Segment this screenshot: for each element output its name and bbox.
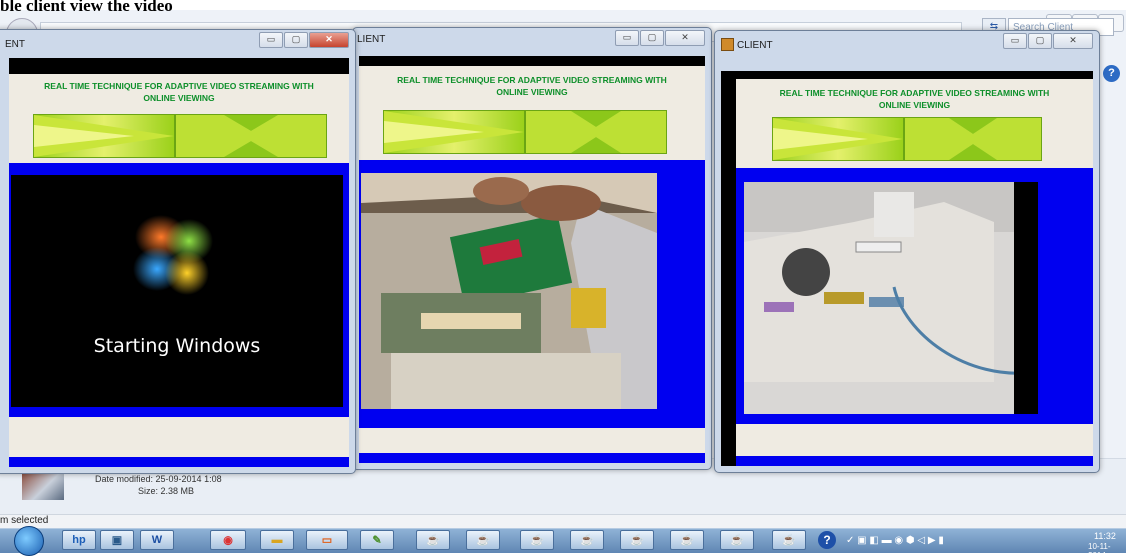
video-image (744, 182, 1038, 414)
client-window-3[interactable]: CLIENT ▭ ▢ ✕ REAL TIME TECHNIQUE FOR ADA… (714, 30, 1100, 473)
window-title: ENT (5, 39, 25, 50)
client-content: REAL TIME TECHNIQUE FOR ADAPTIVE VIDEO S… (359, 56, 705, 463)
video-caption: Starting Windows (93, 335, 261, 357)
stop-icon (905, 118, 1041, 160)
details-date-modified: Date modified: 25-09-2014 1:08 (95, 474, 222, 484)
app-heading: REAL TIME TECHNIQUE FOR ADAPTIVE VIDEO S… (9, 80, 349, 104)
video-player: Starting Windows (11, 175, 343, 407)
help-tray-icon[interactable]: ? (818, 531, 836, 549)
stop-button[interactable] (525, 110, 667, 154)
chrome-icon: ◉ (223, 534, 233, 547)
close-icon[interactable]: ✕ (665, 30, 705, 46)
blue-footer (736, 456, 1093, 466)
heading-line-1: REAL TIME TECHNIQUE FOR ADAPTIVE VIDEO S… (779, 88, 1050, 98)
play-icon (773, 118, 903, 160)
clock-time[interactable]: 11:32 (1094, 531, 1116, 541)
control-panel: REAL TIME TECHNIQUE FOR ADAPTIVE VIDEO S… (9, 74, 349, 163)
play-icon (34, 115, 174, 157)
client-window-2[interactable]: LIENT ▭ ▢ ✕ REAL TIME TECHNIQUE FOR ADAP… (352, 27, 712, 470)
play-icon (384, 111, 524, 153)
client-content: REAL TIME TECHNIQUE FOR ADAPTIVE VIDEO S… (721, 71, 1093, 466)
file-thumbnail (22, 472, 64, 500)
stop-button[interactable] (904, 117, 1042, 161)
java-icon: ☕ (530, 534, 544, 547)
title-bar[interactable]: CLIENT ▭ ▢ ✕ (715, 31, 1099, 57)
page-title: ble client view the video (0, 0, 173, 15)
java-icon: ☕ (476, 534, 490, 547)
java-icon: ☕ (630, 534, 644, 547)
maximize-icon[interactable]: ▢ (1028, 33, 1052, 49)
video-image (361, 173, 657, 409)
taskbar-paint[interactable]: ✎ (360, 530, 394, 550)
mobee-icon: ▭ (321, 534, 333, 547)
app-icon: ▣ (111, 534, 123, 547)
stop-button[interactable] (175, 114, 327, 158)
taskbar-java-6[interactable]: ☕ (670, 530, 704, 550)
minimize-icon[interactable]: ▭ (259, 32, 283, 48)
folder-icon: ▬ (271, 534, 283, 546)
java-icon (721, 38, 734, 51)
java-icon: ☕ (580, 534, 594, 547)
play-button[interactable] (772, 117, 904, 161)
status-bar (0, 514, 1126, 529)
hp-icon: hp (72, 534, 86, 546)
title-bar[interactable]: LIENT ▭ ▢ ✕ (353, 28, 711, 54)
maximize-icon[interactable]: ▢ (284, 32, 308, 48)
java-icon: ☕ (782, 534, 796, 547)
taskbar-java-7[interactable]: ☕ (720, 530, 754, 550)
control-panel: REAL TIME TECHNIQUE FOR ADAPTIVE VIDEO S… (359, 66, 705, 160)
maximize-icon[interactable]: ▢ (640, 30, 664, 46)
taskbar-chrome[interactable]: ◉ (210, 530, 246, 550)
clock-date[interactable]: 10-11-2014 (1088, 542, 1126, 560)
taskbar-folder[interactable]: ▬ (260, 530, 294, 550)
taskbar-java-2[interactable]: ☕ (466, 530, 500, 550)
taskbar-app[interactable]: ▣ (100, 530, 134, 550)
taskbar-java-1[interactable]: ☕ (416, 530, 450, 550)
status-text: m selected (0, 515, 49, 526)
app-heading: REAL TIME TECHNIQUE FOR ADAPTIVE VIDEO S… (359, 74, 705, 98)
play-button[interactable] (383, 110, 525, 154)
control-panel: REAL TIME TECHNIQUE FOR ADAPTIVE VIDEO S… (736, 79, 1093, 168)
play-button[interactable] (33, 114, 175, 158)
taskbar-java-3[interactable]: ☕ (520, 530, 554, 550)
java-icon: ☕ (680, 534, 694, 547)
help-icon[interactable]: ? (1103, 65, 1120, 82)
video-player (744, 182, 1038, 414)
taskbar-java-5[interactable]: ☕ (620, 530, 654, 550)
java-icon: ☕ (426, 534, 440, 547)
java-icon: ☕ (730, 534, 744, 547)
blue-footer (359, 453, 705, 463)
heading-line-1: REAL TIME TECHNIQUE FOR ADAPTIVE VIDEO S… (397, 75, 667, 85)
taskbar-java-4[interactable]: ☕ (570, 530, 604, 550)
heading-line-2: ONLINE VIEWING (496, 87, 568, 97)
stop-icon (526, 111, 666, 153)
window-title: CLIENT (737, 40, 773, 51)
title-bar[interactable]: ENT ▭ ▢ ✕ (0, 30, 355, 56)
tray-icons[interactable]: ✓ ▣ ◧ ▬ ◉ ⬢ ◁ ▶ ▮ (846, 535, 944, 546)
taskbar-word[interactable]: W (140, 530, 174, 550)
close-icon[interactable]: ✕ (1053, 33, 1093, 49)
client-window-1[interactable]: ENT ▭ ▢ ✕ REAL TIME TECHNIQUE FOR ADAPTI… (0, 29, 356, 474)
details-size: Size: 2.38 MB (138, 486, 195, 496)
minimize-icon[interactable]: ▭ (615, 30, 639, 46)
minimize-icon[interactable]: ▭ (1003, 33, 1027, 49)
client-content: REAL TIME TECHNIQUE FOR ADAPTIVE VIDEO S… (9, 58, 349, 467)
app-heading: REAL TIME TECHNIQUE FOR ADAPTIVE VIDEO S… (736, 87, 1093, 111)
close-icon[interactable]: ✕ (309, 32, 349, 48)
heading-line-2: ONLINE VIEWING (878, 100, 951, 110)
taskbar-hp[interactable]: hp (62, 530, 96, 550)
taskbar-java-8[interactable]: ☕ (772, 530, 806, 550)
window-title: LIENT (357, 34, 386, 45)
blue-footer (9, 457, 349, 467)
stop-icon (176, 115, 326, 157)
windows-logo-icon (11, 175, 343, 407)
taskbar-mobee[interactable]: ▭ (306, 530, 348, 550)
paint-icon: ✎ (372, 534, 382, 547)
video-player (361, 173, 657, 409)
heading-line-1: REAL TIME TECHNIQUE FOR ADAPTIVE VIDEO S… (44, 81, 314, 91)
word-icon: W (151, 534, 163, 546)
heading-line-2: ONLINE VIEWING (143, 93, 215, 103)
